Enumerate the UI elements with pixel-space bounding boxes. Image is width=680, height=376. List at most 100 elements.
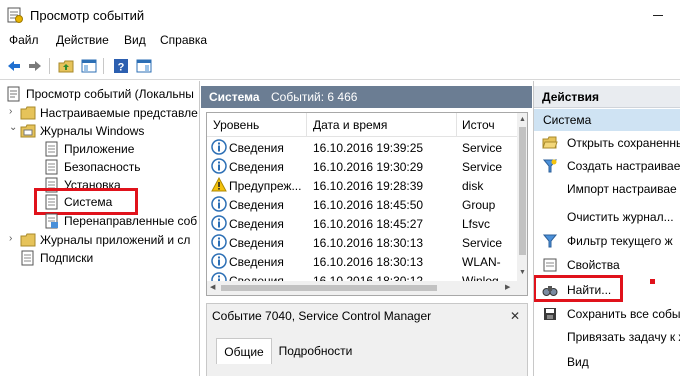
vertical-scrollbar[interactable]: ▲ ▼: [517, 113, 527, 281]
cell-source: Service: [462, 141, 503, 155]
back-button[interactable]: [5, 57, 23, 75]
column-header-datetime[interactable]: Дата и время: [313, 118, 387, 132]
action-clear-log[interactable]: Очистить журнал...: [534, 206, 680, 228]
table-row[interactable]: Сведения 16.10.2016 18:45:50 Group: [207, 195, 517, 214]
show-hide-tree-button[interactable]: [80, 57, 98, 75]
tree-item-security[interactable]: Безопасность: [0, 158, 199, 176]
action-properties[interactable]: Свойства: [534, 254, 680, 276]
cell-level: Сведения: [229, 160, 284, 174]
forwarded-log-icon: [45, 213, 58, 229]
event-viewer-window: Просмотр событий Файл Действие Вид Справ…: [0, 0, 680, 376]
action-open-saved-log[interactable]: Открыть сохраненны: [534, 132, 680, 154]
scroll-right-arrow-icon[interactable]: ▶: [505, 284, 510, 292]
scroll-down-arrow-icon[interactable]: ▼: [519, 269, 526, 277]
tree-item-forwarded-events[interactable]: Перенаправленные соб: [0, 212, 199, 230]
show-action-pane-button[interactable]: [135, 57, 153, 75]
cell-datetime: 16.10.2016 19:30:29: [313, 160, 424, 174]
tab-details[interactable]: Подробности: [273, 338, 358, 364]
column-header-level[interactable]: Уровень: [213, 118, 259, 132]
close-icon[interactable]: ✕: [510, 309, 520, 323]
table-row[interactable]: Сведения 16.10.2016 19:30:29 Service: [207, 157, 517, 176]
cell-level: Сведения: [229, 236, 284, 250]
table-row[interactable]: Сведения 16.10.2016 18:30:13 Service: [207, 233, 517, 252]
action-filter-current-log[interactable]: Фильтр текущего ж: [534, 230, 680, 252]
warning-icon: [211, 177, 227, 192]
tree-item-custom-views[interactable]: › Настраиваемые представле: [0, 104, 199, 122]
actions-header: Действия: [534, 86, 680, 108]
cell-source: WLAN-: [462, 255, 501, 269]
cell-datetime: 16.10.2016 18:30:13: [313, 255, 424, 269]
cell-source: Service: [462, 160, 503, 174]
tree-item-root[interactable]: Просмотр событий (Локальны: [0, 85, 199, 103]
info-icon: [211, 196, 227, 212]
minimize-button[interactable]: [638, 0, 678, 30]
horizontal-scrollbar[interactable]: ◀ ▶: [207, 281, 517, 295]
help-icon: ?: [114, 59, 128, 74]
cell-level: Сведения: [229, 255, 284, 269]
help-button[interactable]: ?: [112, 57, 130, 75]
forward-arrow-icon: [29, 61, 41, 71]
info-icon: [211, 253, 227, 269]
console-tree: Просмотр событий (Локальны › Настраиваем…: [0, 81, 200, 376]
events-table: Уровень Дата и время Источ Сведения 16.1…: [206, 112, 528, 296]
table-row[interactable]: Сведения 16.10.2016 19:39:25 Service: [207, 138, 517, 157]
info-icon: [211, 158, 227, 174]
info-icon: [211, 234, 227, 250]
up-folder-button[interactable]: [57, 57, 75, 75]
menu-file[interactable]: Файл: [9, 33, 39, 47]
actions-section-system[interactable]: Система: [534, 109, 680, 131]
action-create-custom-view[interactable]: Создать настраивае: [534, 155, 680, 177]
highlight-box-find: [534, 275, 623, 302]
tab-general[interactable]: Общие: [216, 338, 272, 364]
action-import-custom-view[interactable]: Импорт настраивае: [534, 178, 680, 200]
action-label: Импорт настраивае: [567, 182, 677, 196]
menu-view[interactable]: Вид: [124, 33, 146, 47]
cell-source: disk: [462, 179, 484, 193]
tree-item-application[interactable]: Приложение: [0, 140, 199, 158]
info-icon: [211, 215, 227, 231]
up-folder-icon: [58, 60, 74, 73]
column-header-source[interactable]: Источ: [462, 118, 495, 132]
menu-help[interactable]: Справка: [160, 33, 207, 47]
actions-section-label: Система: [543, 113, 592, 127]
table-row[interactable]: Сведения 16.10.2016 18:30:13 WLAN-: [207, 252, 517, 271]
annotation-dot: [650, 279, 655, 284]
forward-button[interactable]: [26, 57, 44, 75]
action-attach-task[interactable]: Привязать задачу к ж: [534, 326, 680, 348]
scrollbar-thumb[interactable]: [221, 285, 437, 291]
actions-title: Действия: [542, 90, 600, 104]
column-divider[interactable]: [306, 113, 307, 137]
cell-source: Service: [462, 236, 503, 250]
action-label: Очистить журнал...: [567, 210, 674, 224]
tree-item-windows-logs[interactable]: ⌄ Журналы Windows: [0, 122, 199, 140]
tree-item-app-service-logs[interactable]: › Журналы приложений и сл: [0, 231, 199, 249]
tree-item-label: Просмотр событий (Локальны: [26, 87, 194, 101]
tree-item-label: Настраиваемые представле: [40, 106, 198, 120]
cell-level: Сведения: [229, 141, 284, 155]
action-view[interactable]: Вид: [534, 351, 680, 373]
open-folder-icon: [542, 136, 558, 149]
tree-item-label: Журналы Windows: [40, 124, 145, 138]
column-divider[interactable]: [456, 113, 457, 137]
tree-item-label: Приложение: [64, 142, 135, 156]
detail-title: Событие 7040, Service Control Manager: [212, 309, 432, 323]
action-label: Открыть сохраненны: [567, 136, 680, 150]
event-detail-panel: Событие 7040, Service Control Manager ✕ …: [206, 303, 528, 376]
folder-icon: [20, 233, 36, 247]
cell-datetime: 16.10.2016 19:28:39: [313, 179, 424, 193]
scrollbar-thumb[interactable]: [519, 127, 526, 255]
scroll-left-arrow-icon[interactable]: ◀: [210, 284, 215, 292]
filter-icon: [542, 234, 558, 248]
action-save-all-events[interactable]: Сохранить все событ: [534, 303, 680, 325]
table-row[interactable]: Сведения 16.10.2016 18:45:27 Lfsvc: [207, 214, 517, 233]
cell-datetime: 16.10.2016 18:45:27: [313, 217, 424, 231]
menu-action[interactable]: Действие: [56, 33, 109, 47]
cell-datetime: 16.10.2016 19:39:25: [313, 141, 424, 155]
title-bar: Просмотр событий: [0, 0, 680, 30]
collapse-chevron-icon[interactable]: ⌄: [9, 123, 19, 133]
scroll-up-arrow-icon[interactable]: ▲: [519, 116, 526, 124]
tree-item-subscriptions[interactable]: Подписки: [0, 249, 199, 267]
expand-chevron-icon[interactable]: ›: [9, 107, 19, 117]
table-row[interactable]: Предупреж... 16.10.2016 19:28:39 disk: [207, 176, 517, 195]
expand-chevron-icon[interactable]: ›: [9, 234, 19, 244]
